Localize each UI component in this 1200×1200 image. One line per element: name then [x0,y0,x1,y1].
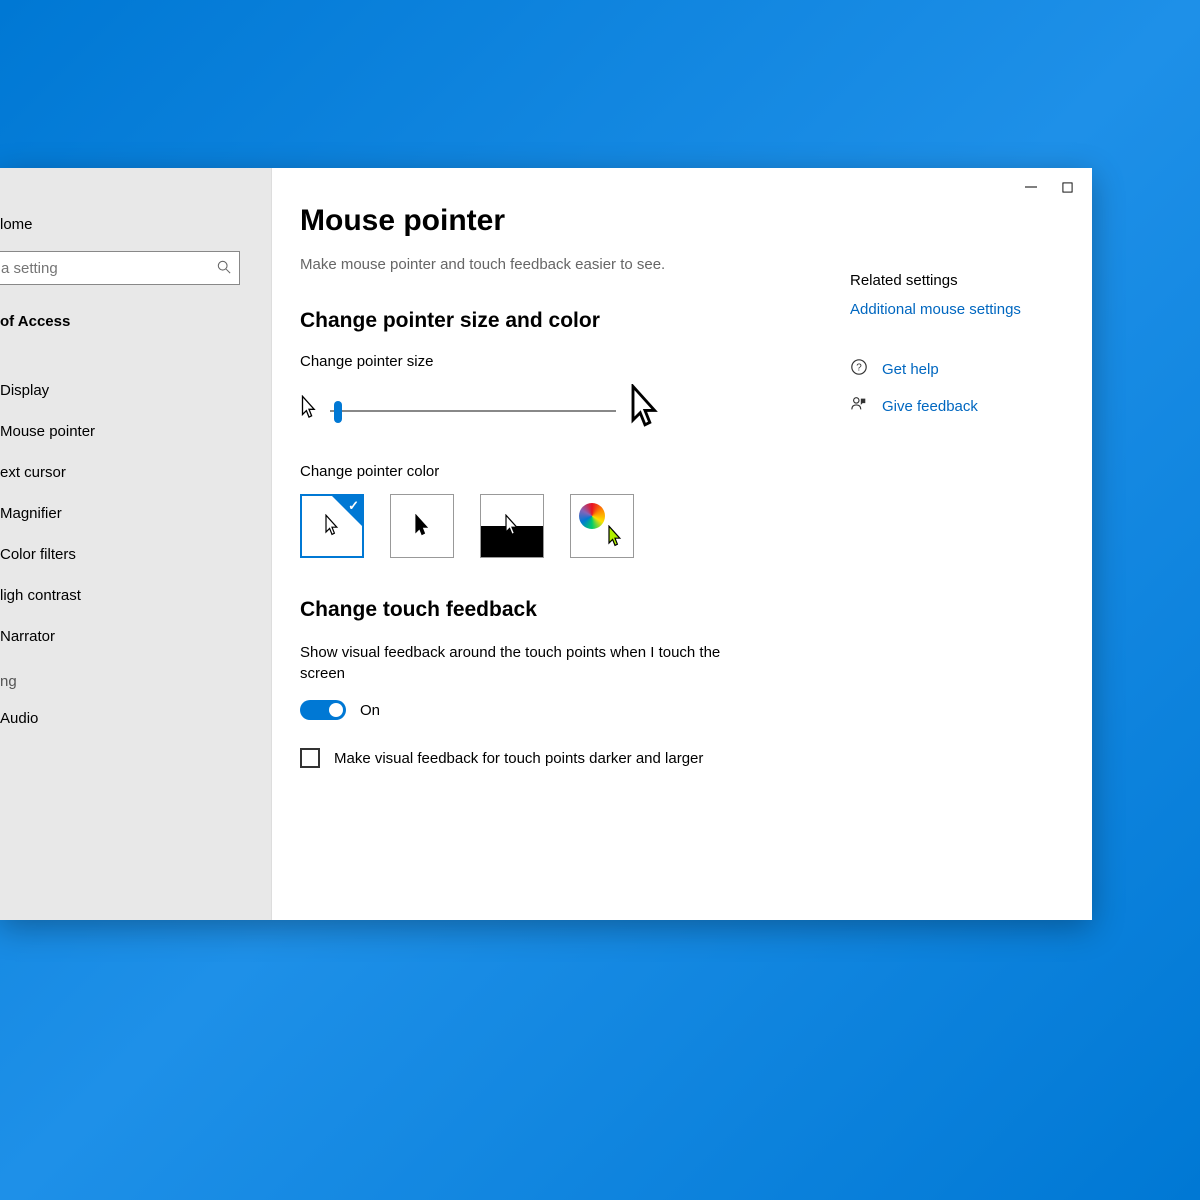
maximize-button[interactable] [1058,178,1076,196]
toggle-state-label: On [360,702,380,719]
sidebar-item-display[interactable]: Display [0,370,271,411]
pointer-large-icon [628,384,662,437]
toggle-knob [329,703,343,717]
pointer-color-custom[interactable] [570,494,634,558]
minimize-button[interactable] [1022,178,1040,196]
darker-larger-row: Make visual feedback for touch points da… [300,748,792,768]
page-title: Mouse pointer [300,204,792,238]
sidebar-item-color-filters[interactable]: Color filters [0,534,271,575]
search-input[interactable] [0,251,240,285]
titlebar [1006,168,1092,206]
home-link[interactable]: lome [0,208,271,251]
checkbox-label: Make visual feedback for touch points da… [334,750,703,767]
section-touch: Change touch feedback [300,598,792,622]
sidebar-section-header: of Access [0,305,271,346]
pointer-color-white[interactable]: ✓ [300,494,364,558]
feedback-icon [850,395,868,418]
touch-feedback-toggle[interactable] [300,700,346,720]
sidebar-item-mouse-pointer[interactable]: Mouse pointer [0,411,271,452]
sidebar-group-hearing: ng [0,657,271,698]
size-label: Change pointer size [300,353,792,370]
search-icon [217,260,231,277]
side-panel: Related settings Additional mouse settin… [832,168,1092,920]
help-icon: ? [850,358,868,381]
page-subtitle: Make mouse pointer and touch feedback ea… [300,256,792,273]
svg-text:?: ? [856,363,862,374]
pointer-color-inverted[interactable] [480,494,544,558]
give-feedback-link[interactable]: Give feedback [850,395,1068,418]
darker-larger-checkbox[interactable] [300,748,320,768]
give-feedback-label: Give feedback [882,398,978,415]
related-header: Related settings [850,272,1068,289]
additional-mouse-settings-link[interactable]: Additional mouse settings [850,301,1068,318]
section-size-color: Change pointer size and color [300,309,792,333]
pointer-color-options: ✓ [300,494,792,558]
pointer-size-slider[interactable] [330,410,616,412]
sidebar-item-audio[interactable]: Audio [0,698,271,739]
pointer-color-black[interactable] [390,494,454,558]
settings-window: lome of Access Display Mouse pointer ext… [0,168,1092,920]
color-label: Change pointer color [300,463,792,480]
pointer-size-slider-row [300,384,792,437]
sidebar: lome of Access Display Mouse pointer ext… [0,168,272,920]
get-help-link[interactable]: ? Get help [850,358,1068,381]
check-icon: ✓ [348,498,359,514]
sidebar-item-text-cursor[interactable]: ext cursor [0,452,271,493]
sidebar-item-narrator[interactable]: Narrator [0,616,271,657]
sidebar-item-high-contrast[interactable]: ligh contrast [0,575,271,616]
main-panel: Mouse pointer Make mouse pointer and tou… [272,168,832,920]
search-field[interactable] [1,260,217,277]
slider-thumb[interactable] [334,401,342,423]
colorwheel-icon [579,503,605,529]
pointer-small-icon [300,395,318,426]
sidebar-item-magnifier[interactable]: Magnifier [0,493,271,534]
touch-description: Show visual feedback around the touch po… [300,642,740,684]
touch-toggle-row: On [300,700,792,720]
content-area: Mouse pointer Make mouse pointer and tou… [272,168,1092,920]
get-help-label: Get help [882,361,939,378]
